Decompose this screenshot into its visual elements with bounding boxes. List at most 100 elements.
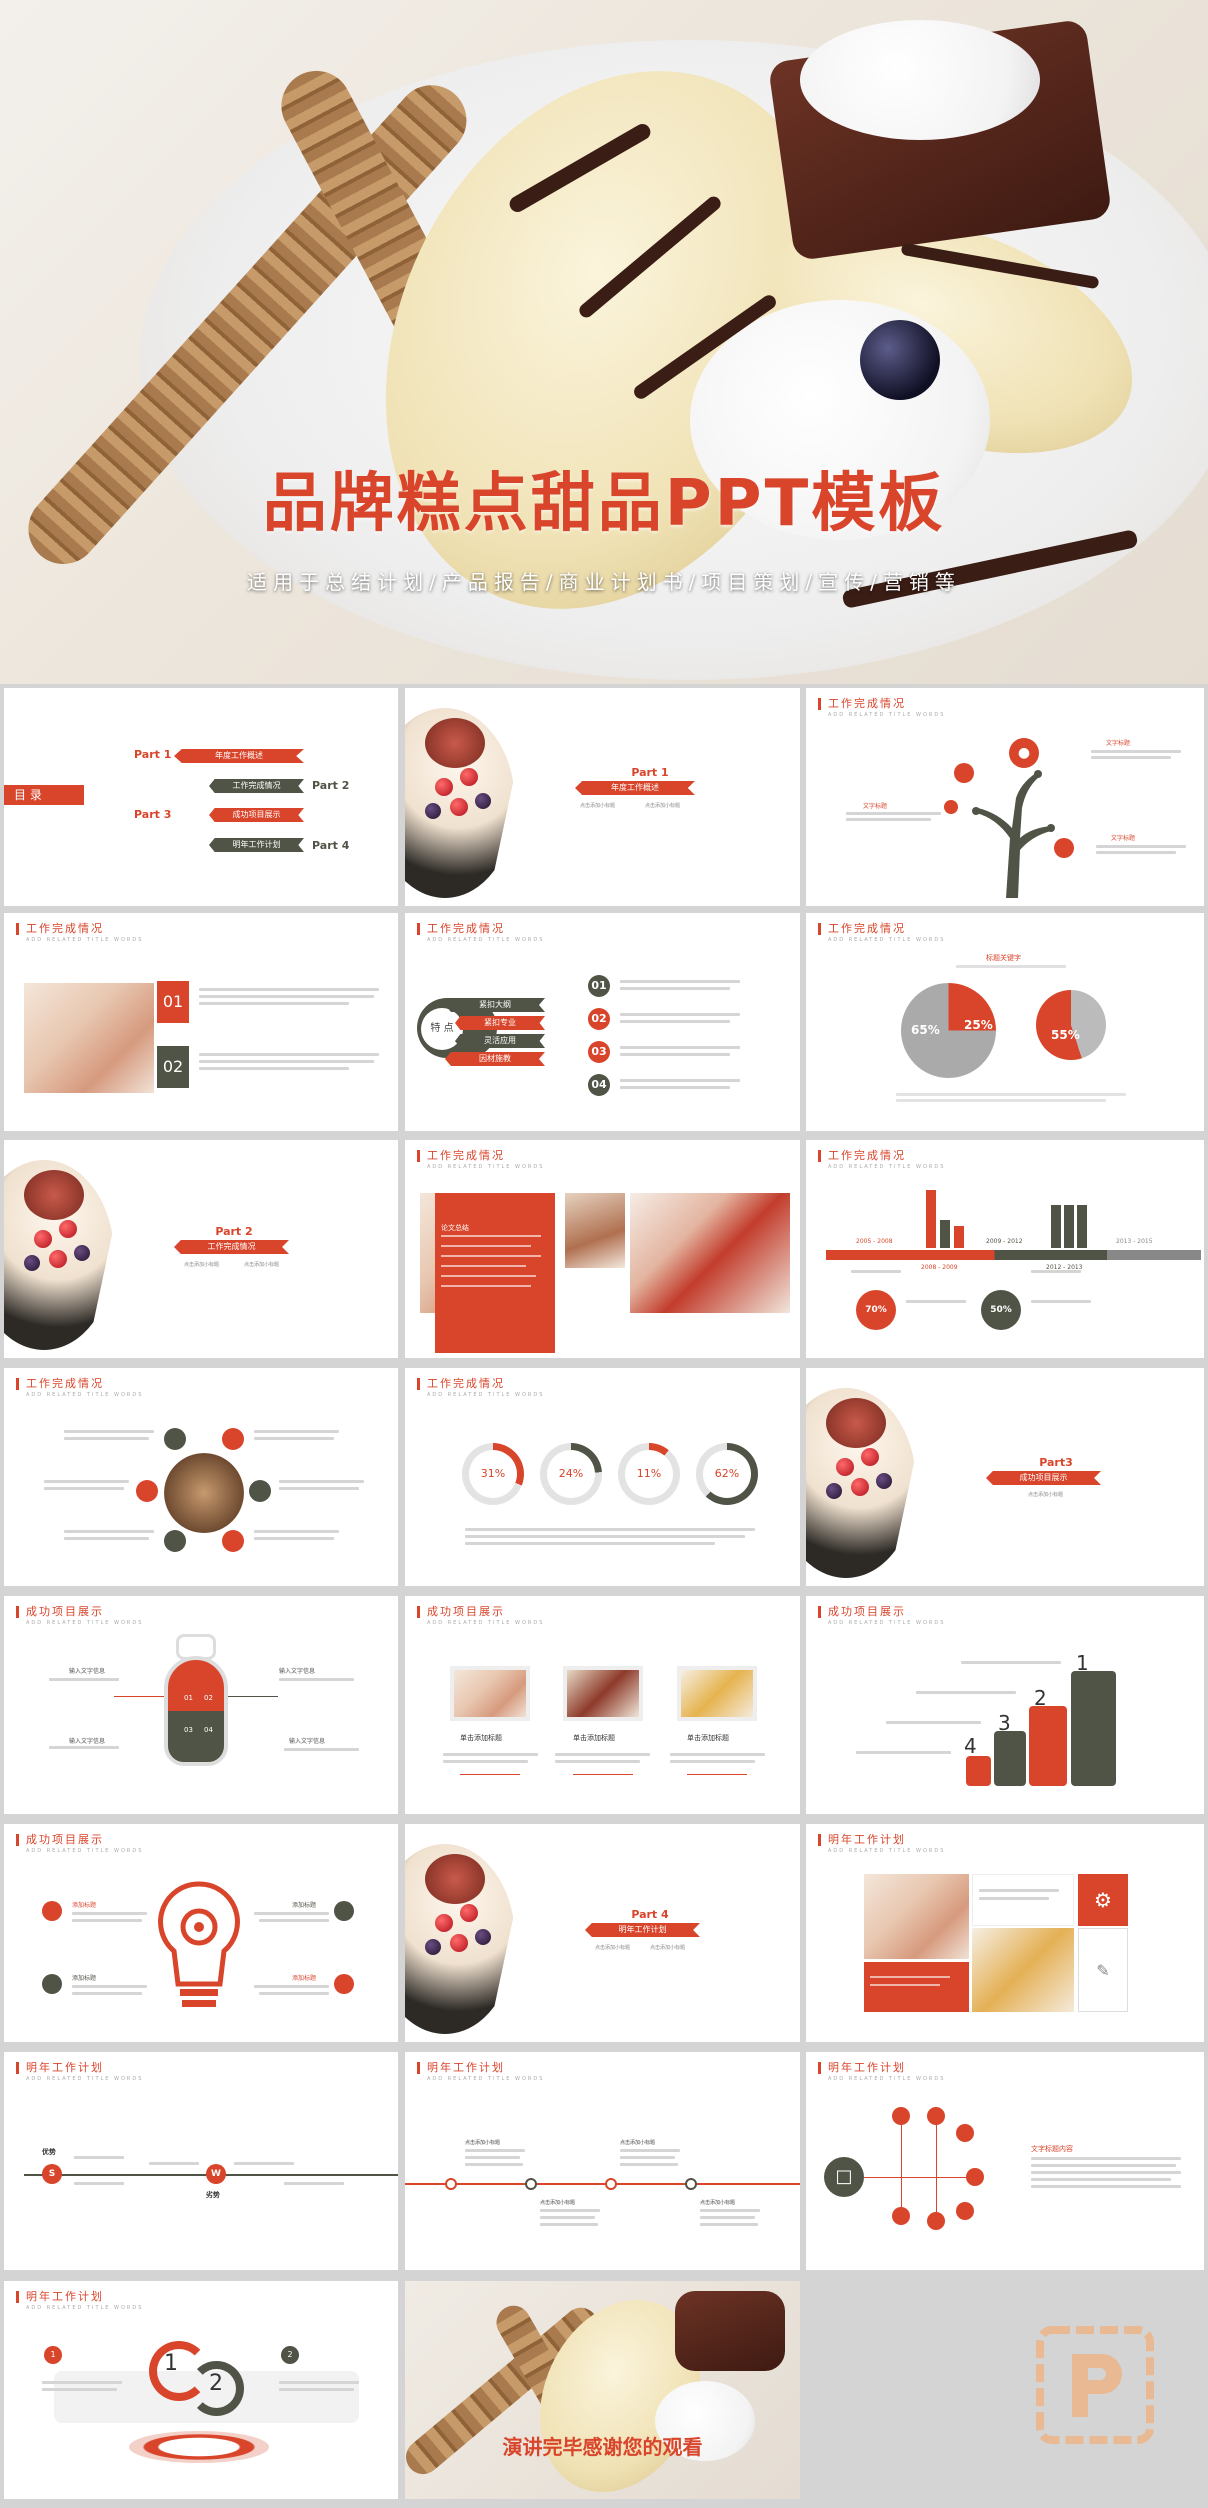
toc-item-4[interactable]: 明年工作计划: [209, 838, 304, 852]
slide-heading: 明年工作计划: [818, 2062, 906, 2074]
bar-4: [1051, 1205, 1061, 1248]
list01-slide[interactable]: 工作完成情况 ADD RELATED TITLE WORDS 01 02: [4, 913, 398, 1131]
pie-val-2: 25%: [964, 1018, 993, 1032]
flow-node-4: [966, 2168, 984, 2186]
tree-label-3: 文字标题: [1111, 835, 1136, 842]
pic-label-2: 单击添加标题: [573, 1734, 615, 1742]
toc-item-1[interactable]: 年度工作概述: [174, 749, 304, 763]
hands-slide[interactable]: 成功项目展示 ADD RELATED TITLE WORDS 1 2 3 4: [806, 1596, 1204, 1814]
toc-item-3[interactable]: 成功项目展示: [209, 808, 304, 822]
dessert-photo-2: [565, 1193, 625, 1268]
ring-1-value: 31%: [469, 1450, 517, 1498]
icon-2: [42, 1974, 62, 1994]
ending-title: 演讲完毕感谢您的观看: [502, 2435, 703, 2459]
period-2: 2008 - 2009: [921, 1264, 958, 1271]
circle-50: 50%: [981, 1290, 1021, 1330]
dessert-photo-3: [630, 1193, 790, 1313]
timeline-dot-2: [525, 2178, 537, 2190]
slide-subheading: ADD RELATED TITLE WORDS: [828, 2076, 946, 2082]
pie-slide[interactable]: 工作完成情况 ADD RELATED TITLE WORDS 标题关键字 65%…: [806, 913, 1204, 1131]
text-card: 论文总结: [435, 1193, 555, 1353]
bulb-label-1: 输入文字信息: [69, 1668, 106, 1675]
cycle-num-2: 2: [209, 2371, 223, 2396]
toc-slide[interactable]: 目 录 Part 1 年度工作概述 工作完成情况 Part 2 Part 3 成…: [4, 688, 398, 906]
hand-num-2: 2: [1034, 1686, 1047, 1710]
grid-photo-1: [864, 1874, 969, 1959]
ending-slide[interactable]: 演讲完毕感谢您的观看: [405, 2281, 800, 2499]
section-title: 年度工作概述: [575, 781, 695, 795]
slide-heading: 成功项目展示: [818, 1606, 906, 1618]
photo-text-slide[interactable]: 工作完成情况 ADD RELATED TITLE WORDS 论文总结: [405, 1140, 800, 1358]
pic-3: [677, 1666, 757, 1721]
timeline-label-3: 点击添加小标题: [620, 2140, 656, 2146]
toc-item-2[interactable]: 工作完成情况: [209, 779, 304, 793]
plan-timeline-slide[interactable]: 明年工作计划 ADD RELATED TITLE WORDS 点击添加小标题 点…: [405, 2052, 800, 2270]
bulb-body: [164, 1656, 228, 1766]
plan-flow-slide[interactable]: 明年工作计划 ADD RELATED TITLE WORDS □ 文字标题内容: [806, 2052, 1204, 2270]
section-sub1: 点击添加小标题: [184, 1262, 220, 1268]
icon-3: [334, 1901, 354, 1921]
hand-num-4: 4: [964, 1734, 977, 1758]
watermark-logo-icon: [1036, 2326, 1154, 2444]
section-part: Part 2: [215, 1225, 253, 1238]
swot-s: S: [42, 2164, 62, 2184]
slide-heading: 明年工作计划: [818, 1834, 906, 1846]
period-5: 2013 - 2015: [1116, 1238, 1153, 1245]
num-01: 01: [157, 981, 189, 1023]
features-slide[interactable]: 工作完成情况 ADD RELATED TITLE WORDS 特 点 紧扣大纲 …: [405, 913, 800, 1131]
ring-4: 62%: [696, 1443, 758, 1505]
feature-tag-1: 紧扣大纲: [445, 998, 545, 1012]
three-pics-slide[interactable]: 成功项目展示 ADD RELATED TITLE WORDS 单击添加标题 单击…: [405, 1596, 800, 1814]
bulb-label-3: 输入文字信息: [69, 1738, 106, 1745]
toc-part1: Part 1: [134, 748, 172, 761]
section-part2-slide[interactable]: Part 2 工作完成情况 点击添加小标题 点击添加小标题: [4, 1140, 398, 1358]
icon-top-right: [222, 1428, 244, 1450]
feature-num-4: 04: [588, 1074, 610, 1096]
icon-bot-left: [164, 1530, 186, 1552]
hand-2: [1029, 1706, 1067, 1786]
pic-1: [450, 1666, 530, 1721]
slide-heading: 工作完成情况: [16, 1378, 104, 1390]
slide-subheading: ADD RELATED TITLE WORDS: [427, 937, 545, 943]
slide-subheading: ADD RELATED TITLE WORDS: [427, 1392, 545, 1398]
tree-slide[interactable]: 工作完成情况 ADD RELATED TITLE WORDS ● 文字标题 文字…: [806, 688, 1204, 906]
bulb-puzzle-slide[interactable]: 成功项目展示 ADD RELATED TITLE WORDS 01 02 03 …: [4, 1596, 398, 1814]
grid-text-1: [972, 1874, 1074, 1926]
cycle-slide[interactable]: 明年工作计划 ADD RELATED TITLE WORDS 1 2 1 2: [4, 2281, 398, 2499]
timeline-dot-3: [605, 2178, 617, 2190]
slide-subheading: ADD RELATED TITLE WORDS: [828, 712, 946, 718]
timeline-label-1: 点击添加小标题: [465, 2140, 501, 2146]
section-part1-slide[interactable]: Part 1 年度工作概述 点击添加小标题 点击添加小标题: [405, 688, 800, 906]
slide-heading: 工作完成情况: [417, 923, 505, 935]
feature-num-1: 01: [588, 975, 610, 997]
flow-node-3: [956, 2124, 974, 2142]
section-sub2: 点击添加小标题: [645, 803, 681, 809]
people-icon: ●: [1009, 738, 1039, 768]
hand-num-3: 3: [998, 1711, 1011, 1735]
slide-heading: 成功项目展示: [16, 1834, 104, 1846]
section-title: 工作完成情况: [174, 1240, 289, 1254]
timeline-label-2: 点击添加小标题: [540, 2200, 576, 2206]
slide-subheading: ADD RELATED TITLE WORDS: [26, 2305, 144, 2311]
bar-2: [940, 1220, 950, 1248]
plan-grid-slide[interactable]: 明年工作计划 ADD RELATED TITLE WORDS ⚙ ✎: [806, 1824, 1204, 2042]
bulb-num-1: 01: [184, 1694, 193, 1702]
period-3: 2009 - 2012: [986, 1238, 1023, 1245]
slide-heading: 成功项目展示: [16, 1606, 104, 1618]
section-part3-slide[interactable]: Part3 成功项目展示 点击添加小标题: [806, 1368, 1204, 1586]
slide-subheading: ADD RELATED TITLE WORDS: [828, 1620, 946, 1626]
timeline-bars-slide[interactable]: 工作完成情况 ADD RELATED TITLE WORDS 2005 - 20…: [806, 1140, 1204, 1358]
slide-subheading: ADD RELATED TITLE WORDS: [26, 937, 144, 943]
plan-swot-slide[interactable]: 明年工作计划 ADD RELATED TITLE WORDS S W 优势 劣势: [4, 2052, 398, 2270]
grid-text-2: [864, 1962, 969, 2012]
bulb-gear-slide[interactable]: 成功项目展示 ADD RELATED TITLE WORDS 添加标题 添加标题…: [4, 1824, 398, 2042]
rings-slide[interactable]: 工作完成情况 ADD RELATED TITLE WORDS 31% 24% 1…: [405, 1368, 800, 1586]
circle-icons-slide[interactable]: 工作完成情况 ADD RELATED TITLE WORDS: [4, 1368, 398, 1586]
section-sub1: 点击添加小标题: [595, 1945, 631, 1951]
cream-top: [800, 20, 1040, 140]
section-part4-slide[interactable]: Part 4 明年工作计划 点击添加小标题 点击添加小标题: [405, 1824, 800, 2042]
cycle-base: [129, 2431, 269, 2463]
icon-top-left: [164, 1428, 186, 1450]
ring-3: 11%: [618, 1443, 680, 1505]
section-sub2: 点击添加小标题: [244, 1262, 280, 1268]
